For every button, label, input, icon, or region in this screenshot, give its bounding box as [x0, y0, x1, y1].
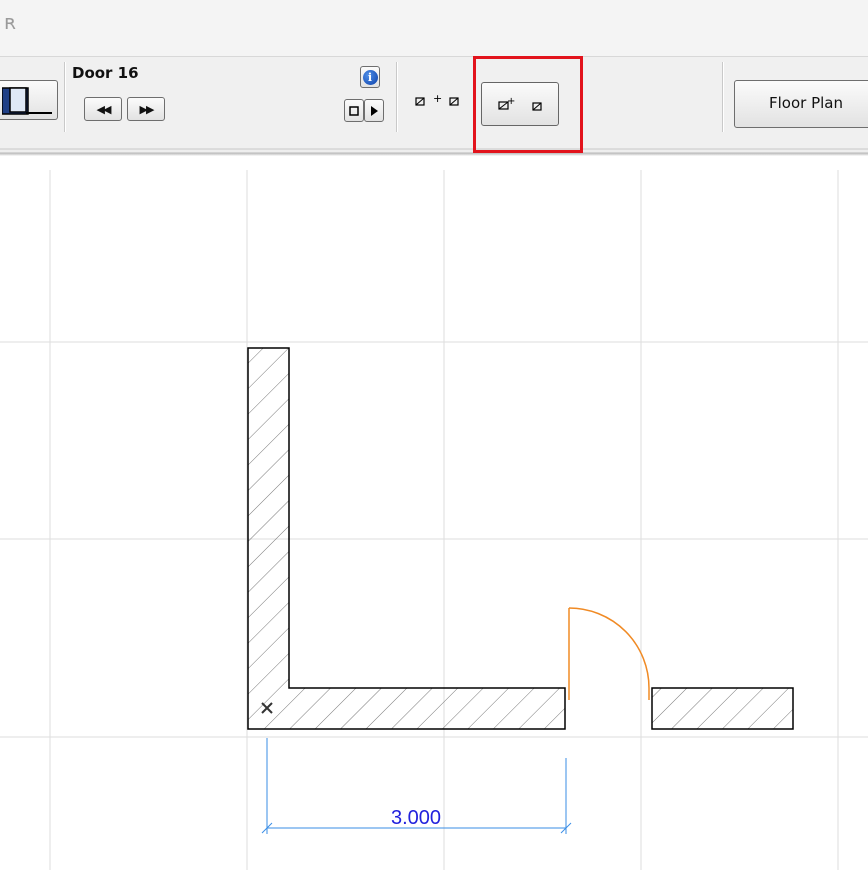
grid	[0, 170, 868, 870]
stop-button[interactable]	[344, 99, 364, 122]
highlight-frame	[473, 56, 583, 153]
dimension-line[interactable]: 3.000	[261, 738, 572, 834]
floor-plan-button-label: Floor Plan	[769, 94, 843, 112]
separator	[396, 62, 398, 132]
app-logo-icon: ʀ	[4, 10, 17, 34]
triangle-right-icon	[371, 105, 378, 116]
previous-element-button[interactable]: ◀◀	[84, 97, 122, 121]
separator	[64, 62, 66, 132]
play-button[interactable]	[364, 99, 384, 122]
title-bar: ʀ	[0, 0, 868, 56]
floor-plan-canvas[interactable]: 3.000	[0, 170, 868, 870]
rewind-icon: ◀◀	[96, 102, 112, 116]
toolbar-edge	[0, 140, 868, 170]
door-tool-button[interactable]	[0, 80, 58, 120]
svg-text:+: +	[433, 92, 442, 105]
dimension-label: 3.000	[391, 807, 441, 829]
fast-forward-icon: ▶▶	[139, 102, 155, 116]
info-icon: i	[362, 69, 378, 85]
next-element-button[interactable]: ▶▶	[127, 97, 165, 121]
door-symbol[interactable]	[564, 607, 653, 700]
separator	[722, 62, 724, 132]
info-button[interactable]: i	[360, 66, 380, 88]
wall-segment-right[interactable]	[651, 687, 794, 730]
element-name-label: Door 16	[72, 64, 139, 82]
floor-plan-button[interactable]: Floor Plan	[734, 80, 868, 128]
square-icon	[349, 105, 359, 116]
distance-snap-mode-icon[interactable]: +	[414, 92, 466, 110]
door-icon	[2, 87, 52, 115]
